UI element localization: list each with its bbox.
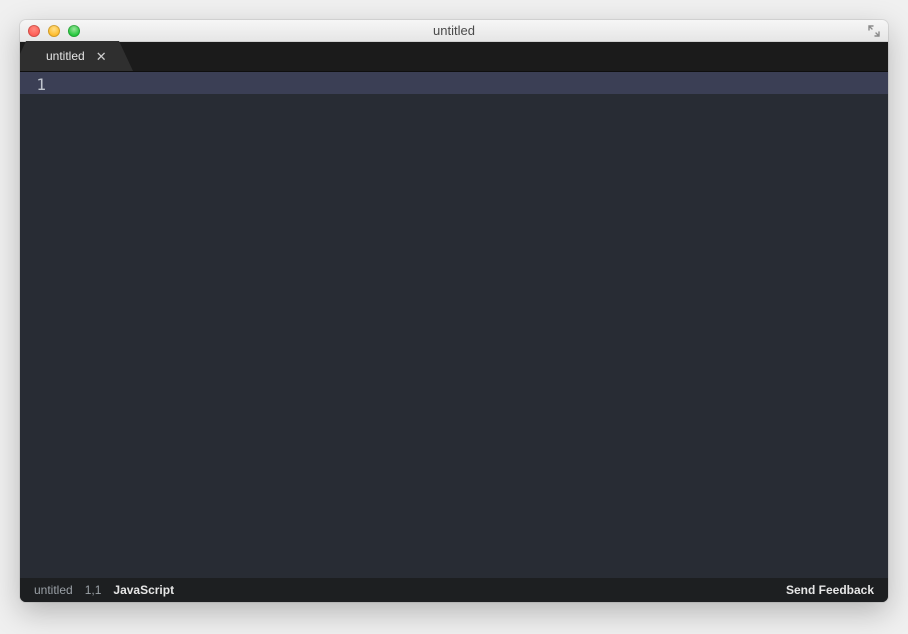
status-left: untitled 1,1 JavaScript bbox=[34, 583, 174, 597]
tab-untitled[interactable]: untitled ✕ bbox=[26, 41, 119, 71]
editor-area[interactable]: 1 bbox=[20, 72, 888, 578]
zoom-window-button[interactable] bbox=[68, 25, 80, 37]
status-language[interactable]: JavaScript bbox=[113, 583, 174, 597]
code-content[interactable] bbox=[54, 72, 888, 578]
tab-bar: untitled ✕ bbox=[20, 42, 888, 72]
traffic-lights bbox=[20, 25, 80, 37]
tab-label: untitled bbox=[46, 49, 85, 63]
app-body: untitled ✕ 1 untitled 1,1 JavaScript Sen… bbox=[20, 42, 888, 602]
close-window-button[interactable] bbox=[28, 25, 40, 37]
status-filename[interactable]: untitled bbox=[34, 583, 73, 597]
fullscreen-icon[interactable] bbox=[866, 23, 882, 39]
titlebar[interactable]: untitled bbox=[20, 20, 888, 42]
status-cursor-position[interactable]: 1,1 bbox=[85, 583, 102, 597]
status-bar: untitled 1,1 JavaScript Send Feedback bbox=[20, 578, 888, 602]
send-feedback-button[interactable]: Send Feedback bbox=[786, 583, 874, 597]
window-title: untitled bbox=[20, 23, 888, 38]
line-number: 1 bbox=[20, 74, 46, 96]
line-number-gutter: 1 bbox=[20, 72, 54, 578]
app-window: untitled untitled ✕ 1 untitled 1,1 JavaS… bbox=[20, 20, 888, 602]
minimize-window-button[interactable] bbox=[48, 25, 60, 37]
close-tab-icon[interactable]: ✕ bbox=[96, 50, 107, 63]
